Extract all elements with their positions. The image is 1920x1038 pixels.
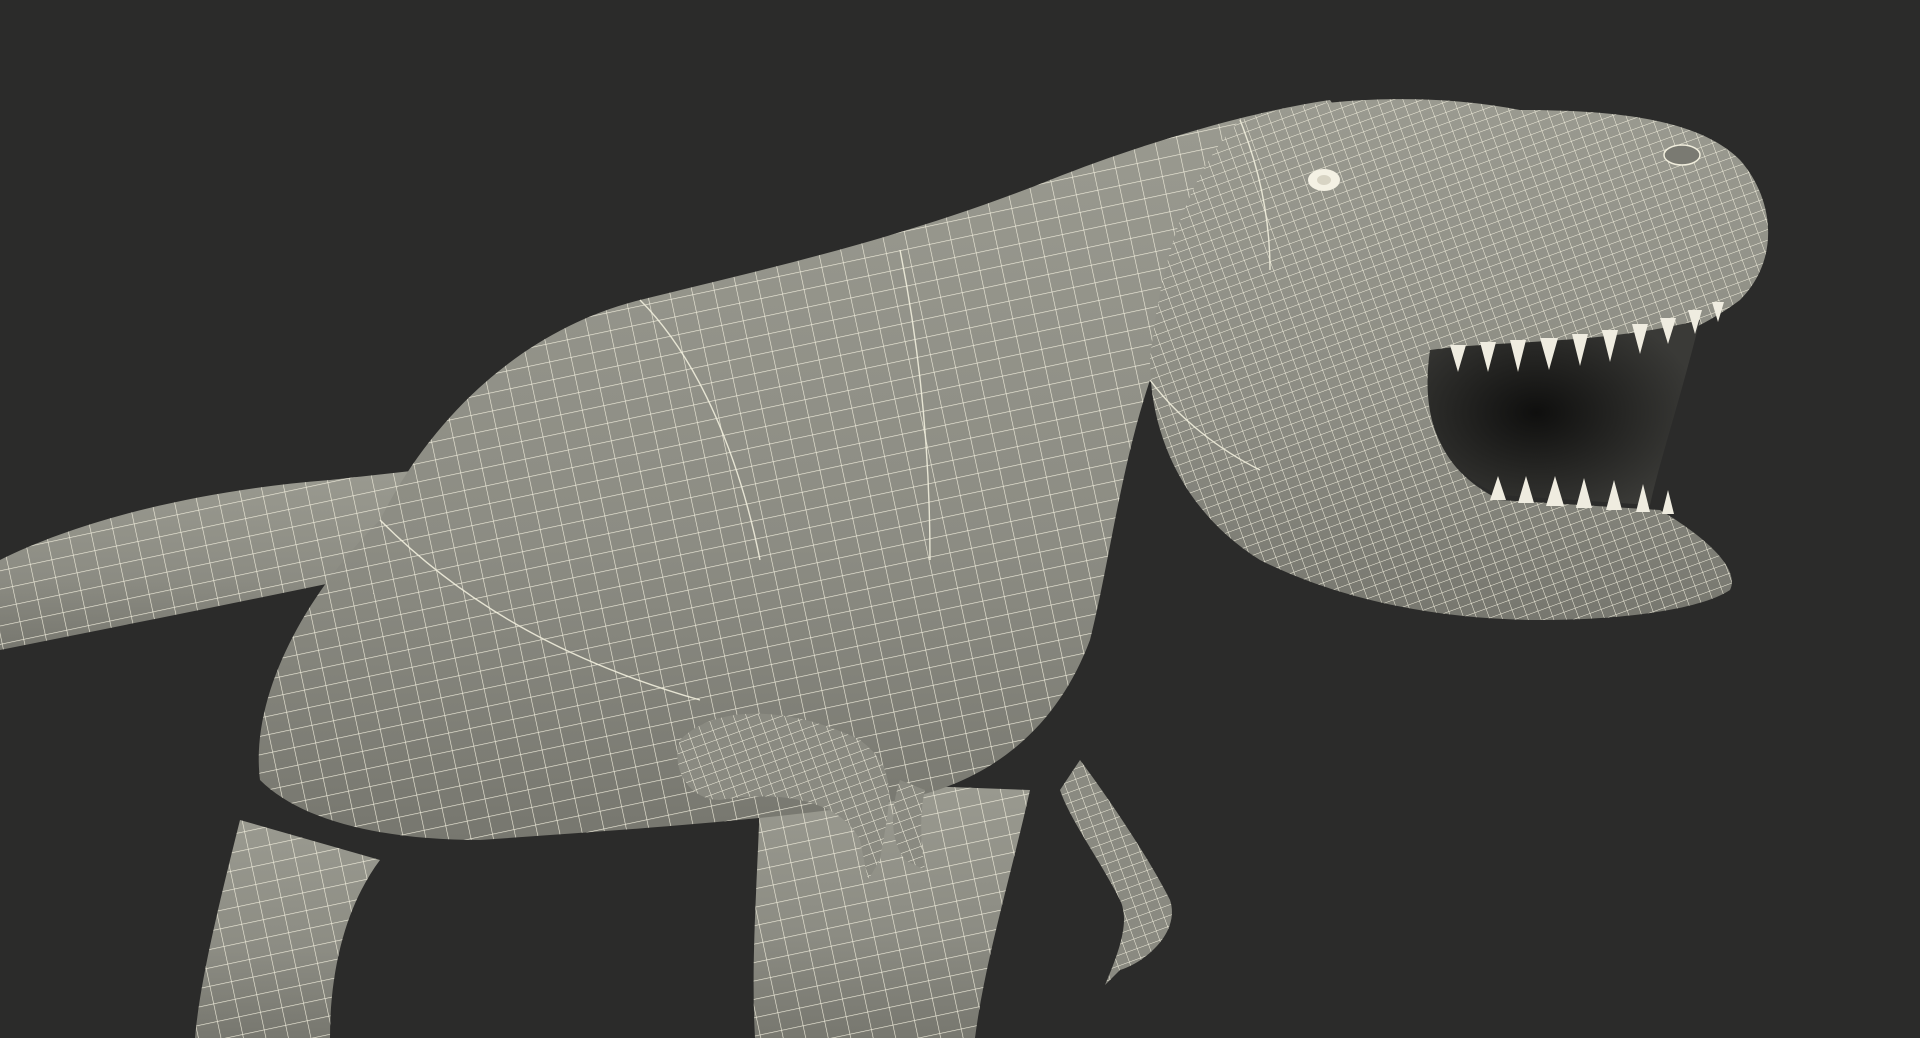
eye xyxy=(1308,169,1340,191)
nostril xyxy=(1663,144,1701,166)
dinosaur-wireframe-render xyxy=(0,99,1769,1038)
open-mouth xyxy=(1427,320,1700,505)
render-viewport xyxy=(0,0,1920,1038)
far-arm xyxy=(1060,760,1172,985)
